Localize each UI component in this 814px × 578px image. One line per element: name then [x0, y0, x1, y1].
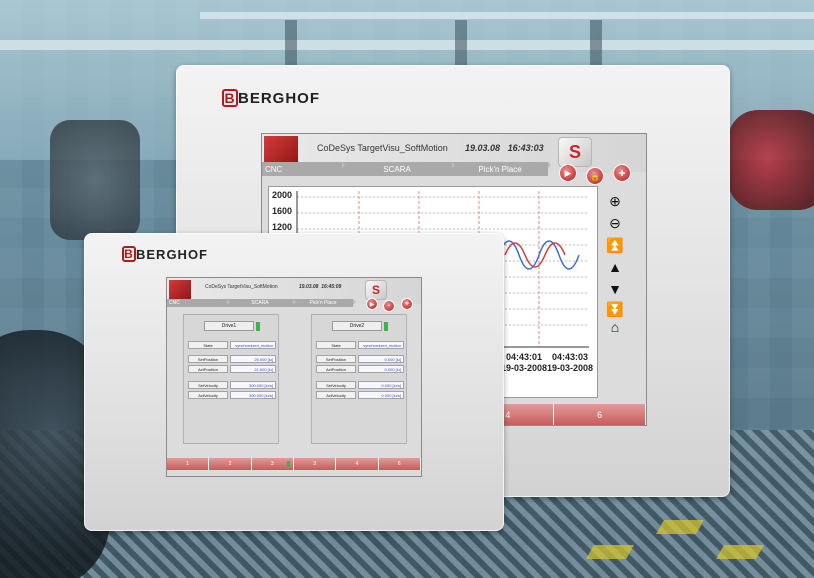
breadcrumb: CNC SCARA Pick'n Place: [262, 162, 551, 176]
x-tick-label: 04:43:01 19-03-2008: [501, 352, 548, 373]
drive-name[interactable]: Drive1: [204, 321, 254, 331]
tab-bar: 1 2 3 3 4 6: [167, 458, 421, 470]
berghof-logo-mark: B: [122, 246, 136, 262]
tab-2[interactable]: 2: [209, 458, 252, 470]
row-value: 300.000 [lu/s]: [230, 391, 276, 399]
row-label: SetVelocity: [188, 381, 228, 389]
drive-row-actposition: ActPosition 21.600 [lu]: [188, 365, 276, 373]
drive-name[interactable]: Drive2: [332, 321, 382, 331]
page-up-icon[interactable]: ⏫: [606, 236, 624, 254]
row-label: State: [316, 341, 356, 349]
row-label: SetPosition: [316, 355, 356, 363]
background-robot: [50, 120, 140, 240]
brand-name: BERGHOF: [136, 246, 208, 262]
brand-name: BERGHOF: [238, 89, 320, 107]
drive-row-state: State synchronized_motion: [316, 341, 404, 349]
arrow-down-icon[interactable]: ▼: [606, 280, 624, 298]
hmi-screen-small: CoDeSys TargetVisu_SoftMotion 19.03.08 1…: [166, 277, 422, 477]
tab-status-led: [286, 461, 290, 467]
row-label: SetVelocity: [316, 381, 356, 389]
row-value: 0.000 [lu/s]: [358, 391, 404, 399]
drive-row-actposition: ActPosition 0.000 [lu]: [316, 365, 404, 373]
background-red-car: [728, 110, 814, 210]
drive-panel-2: Drive2 State synchronized_motion SetPosi…: [311, 314, 407, 444]
row-value: 0.000 [lu/s]: [358, 381, 404, 389]
row-value: 300.000 [lu/s]: [230, 381, 276, 389]
drive-row-setvelocity: SetVelocity 0.000 [lu/s]: [316, 381, 404, 389]
play-icon[interactable]: ▶: [559, 164, 577, 182]
home-icon[interactable]: ⌂: [606, 318, 624, 336]
lock-icon[interactable]: •: [383, 300, 395, 312]
background-beam: [200, 12, 814, 19]
tab-6[interactable]: 6: [554, 404, 646, 425]
breadcrumb-scara[interactable]: SCARA: [227, 299, 296, 307]
background-floor-marking: [585, 545, 635, 559]
tab-3b[interactable]: 3: [293, 458, 337, 470]
drive-row-setposition: SetPosition 25.000 [lu]: [188, 355, 276, 363]
tab-1[interactable]: 1: [167, 458, 210, 470]
background-floor-marking: [655, 520, 705, 534]
drive-status-led: [256, 322, 260, 331]
zoom-out-icon[interactable]: ⊖: [606, 214, 624, 232]
row-label: ActPosition: [188, 365, 228, 373]
play-icon[interactable]: ▶: [366, 298, 378, 310]
panel-device-small: B BERGHOF CoDeSys TargetVisu_SoftMotion …: [84, 233, 504, 531]
berghof-logo: B BERGHOF: [222, 89, 320, 107]
drive-row-state: State synchronized_motion: [188, 341, 276, 349]
drive-status-led: [384, 322, 388, 331]
drive-panel-1: Drive1 State synchronized_motion SetPosi…: [183, 314, 279, 444]
y-tick-label: 1200: [272, 222, 293, 232]
breadcrumb-cnc[interactable]: CNC: [167, 299, 230, 307]
row-label: State: [188, 341, 228, 349]
language-flag-icon[interactable]: ✚: [613, 164, 631, 182]
row-label: SetPosition: [188, 355, 228, 363]
y-tick-label: 1600: [272, 206, 293, 216]
background-floor-marking: [715, 545, 765, 559]
drive-row-setposition: SetPosition 0.000 [lu]: [316, 355, 404, 363]
row-value: synchronized_motion: [230, 341, 276, 349]
softmotion-cube-icon: S: [365, 280, 387, 300]
drive-row-actvelocity: ActVelocity 0.000 [lu/s]: [316, 391, 404, 399]
breadcrumb-cnc[interactable]: CNC: [262, 162, 345, 176]
background-beam: [0, 40, 814, 50]
zoom-in-icon[interactable]: ⊕: [606, 192, 624, 210]
tab-3[interactable]: 3: [251, 458, 294, 470]
drive-row-actvelocity: ActVelocity 300.000 [lu/s]: [188, 391, 276, 399]
berghof-logo-mark: B: [222, 89, 238, 107]
row-value: 21.600 [lu]: [230, 365, 276, 373]
hmi-title: CoDeSys TargetVisu_SoftMotion: [317, 143, 448, 153]
page-down-icon[interactable]: ⏬: [606, 300, 624, 318]
breadcrumb-scara[interactable]: SCARA: [342, 162, 455, 176]
drive-row-setvelocity: SetVelocity 300.000 [lu/s]: [188, 381, 276, 389]
breadcrumb-pick-n-place[interactable]: Pick'n Place: [452, 162, 551, 176]
hmi-datetime: 19.03.08 16:43:03: [465, 143, 544, 153]
breadcrumb: CNC SCARA Pick'n Place: [167, 299, 356, 307]
tab-6[interactable]: 6: [378, 458, 421, 470]
breadcrumb-pick-n-place[interactable]: Pick'n Place: [293, 299, 356, 307]
language-flag-icon[interactable]: ✚: [401, 298, 413, 310]
row-value: 25.000 [lu]: [230, 355, 276, 363]
y-tick-label: 2000: [272, 190, 293, 200]
row-value: 0.000 [lu]: [358, 365, 404, 373]
row-value: synchronized_motion: [358, 341, 404, 349]
hmi-title: CoDeSys TargetVisu_SoftMotion: [205, 284, 278, 290]
softmotion-cube-icon: S: [558, 137, 592, 167]
lock-icon[interactable]: 🔒: [586, 167, 604, 185]
row-label: ActVelocity: [316, 391, 356, 399]
x-tick-label: 04:43:03 19-03-2008: [547, 352, 594, 373]
row-value: 0.000 [lu]: [358, 355, 404, 363]
row-label: ActPosition: [316, 365, 356, 373]
row-label: ActVelocity: [188, 391, 228, 399]
hmi-datetime: 19.03.08 16:45:09: [299, 284, 342, 290]
berghof-logo: B BERGHOF: [122, 246, 208, 262]
arrow-up-icon[interactable]: ▲: [606, 258, 624, 276]
tab-4[interactable]: 4: [336, 458, 379, 470]
